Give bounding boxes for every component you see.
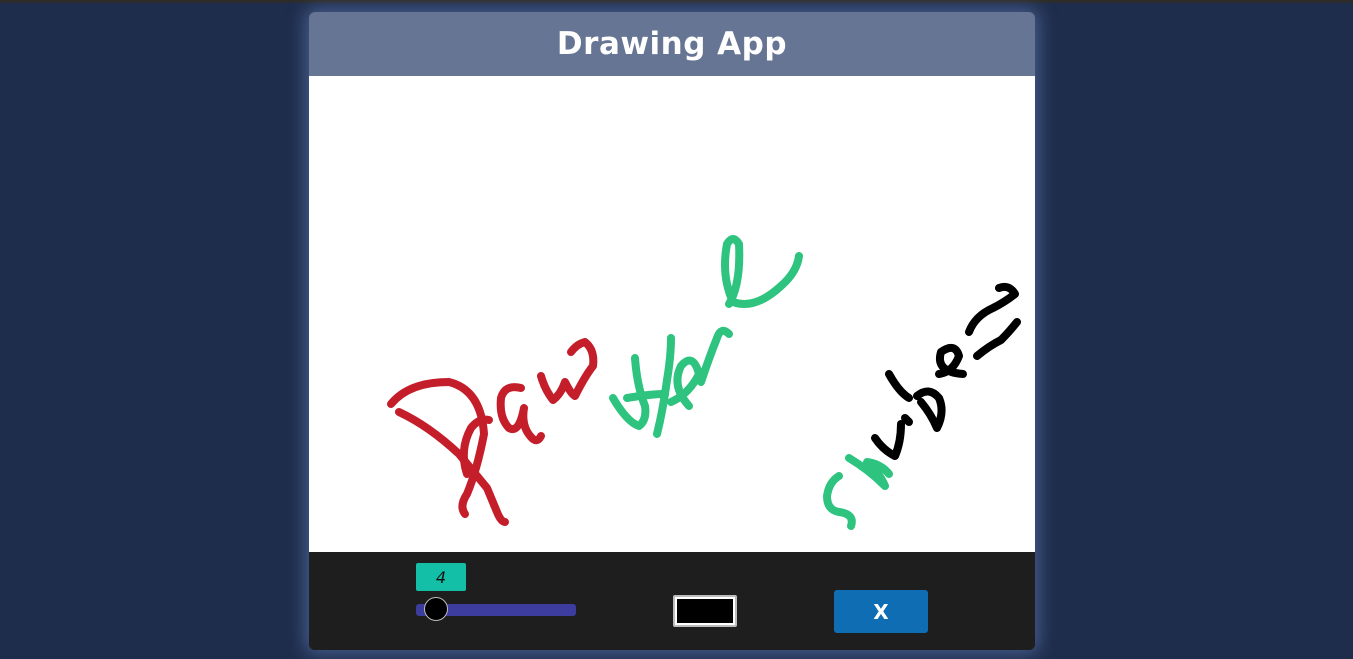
stroke-viper-r [965,282,1019,336]
stroke-draw-a [496,383,545,445]
stroke-here-h-bar [623,390,669,402]
brush-size-badge: 4 [416,563,466,591]
app-header: Drawing App [309,12,1035,76]
drawing-canvas[interactable] [309,76,1035,552]
canvas-strokes [387,235,1021,530]
stroke-viper-e [935,343,967,378]
stroke-here-r [697,326,733,386]
brush-size-slider[interactable] [416,597,576,621]
stroke-draw-w [537,338,598,404]
stroke-shi-h [845,454,893,490]
window-top-edge [0,0,1353,3]
color-picker[interactable] [673,595,737,627]
stroke-viper-i-dot [901,414,913,426]
app-title: Drawing App [556,26,788,62]
toolbar: 4 X [309,552,1035,650]
brush-size-value: 4 [435,567,447,587]
stroke-word-shi [823,454,893,530]
clear-button[interactable]: X [834,590,928,633]
stroke-viper-v [871,420,905,460]
stroke-draw-d-stem [395,408,509,526]
stroke-word-here [609,235,803,438]
stroke-word-viper [871,282,1021,460]
stroke-draw-d-bowl [387,378,488,518]
drawing-app-container: Drawing App 4 X [309,12,1035,650]
stroke-here-e1 [667,356,703,410]
stroke-shi-s [823,472,856,530]
color-swatch [677,599,733,623]
stroke-word-draw [387,338,598,526]
brush-size-slider-thumb[interactable] [424,597,448,621]
stroke-here-h-right [653,334,675,438]
stroke-here-e2 [721,235,803,308]
stroke-viper-p [885,370,946,432]
stroke-viper-trail [973,318,1021,360]
